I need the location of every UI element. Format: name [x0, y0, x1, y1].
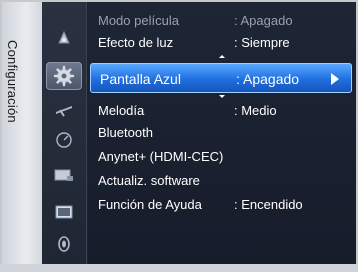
menu-item-value: : Medio — [234, 103, 277, 118]
menu-item-blue-screen[interactable]: Pantalla Azul : Apagado — [90, 63, 352, 93]
tv-osd-window: Configuración Modo película: Apagado Ef… — [0, 0, 358, 272]
menu-item-value: : Apagado — [234, 13, 293, 28]
scroll-up-icon — [219, 55, 225, 58]
sound-icon[interactable] — [54, 130, 74, 150]
category-tab: Configuración — [2, 2, 42, 270]
category-icon-column — [42, 2, 127, 270]
menu-item-bluetooth[interactable]: Bluetooth — [98, 122, 348, 142]
menu-item-label: Anynet+ (HDMI-CEC) — [98, 149, 224, 164]
setup-gear-icon[interactable] — [46, 62, 82, 90]
menu-item-help-function[interactable]: Función de Ayuda : Encendido — [98, 194, 348, 214]
menu-item-label: Bluetooth — [98, 125, 153, 140]
menu-item-label: Pantalla Azul — [100, 71, 181, 87]
input-icon[interactable] — [54, 166, 74, 186]
menu-item-melody[interactable]: Melodía : Medio — [98, 100, 348, 120]
menu-item-value: : Encendido — [234, 197, 303, 212]
menu-item-label: Melodía — [98, 103, 145, 118]
picture-icon[interactable] — [54, 28, 74, 48]
menu-item-movie-mode[interactable]: Modo película : Apagado — [98, 10, 348, 30]
menu-item-light-effect[interactable]: Efecto de luz : Siempre — [98, 32, 348, 52]
bottom-bezel — [0, 264, 358, 272]
scroll-down-icon — [219, 95, 225, 98]
menu-item-value: : Apagado — [236, 71, 300, 87]
menu-item-label: Función de Ayuda — [98, 197, 202, 212]
application-icon[interactable] — [54, 202, 74, 222]
support-icon[interactable] — [54, 234, 74, 254]
chevron-right-icon — [331, 73, 339, 85]
menu-item-software-update[interactable]: Actualiz. software — [98, 170, 348, 190]
setup-menu: Modo película : Apagado Efecto de luz : … — [88, 2, 356, 270]
menu-item-label: Efecto de luz — [98, 35, 174, 50]
menu-item-label: Actualiz. software — [98, 173, 200, 188]
menu-item-anynet[interactable]: Anynet+ (HDMI-CEC) — [98, 146, 348, 166]
menu-item-label: Modo película — [98, 13, 179, 28]
menu-item-value: : Siempre — [234, 35, 290, 50]
channel-icon[interactable] — [54, 100, 74, 120]
category-title: Configuración — [5, 40, 20, 123]
